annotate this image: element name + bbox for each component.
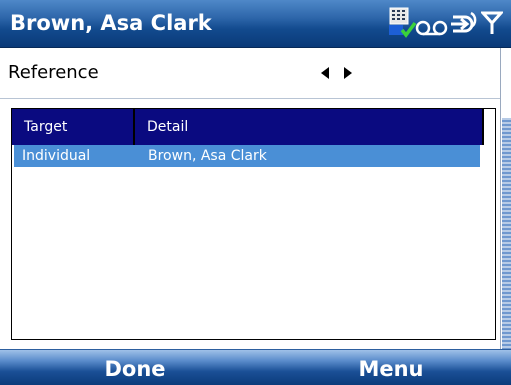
voicemail-icon	[415, 20, 448, 36]
menu-softkey[interactable]: Menu	[316, 350, 466, 385]
row-detail-cell: Brown, Asa Clark	[148, 148, 267, 164]
content-area: Target Detail Individual Brown, Asa Clar…	[0, 99, 500, 349]
vertical-scrollbar[interactable]	[500, 48, 511, 349]
list-header: Target Detail	[12, 109, 482, 145]
reference-row: Reference	[0, 48, 500, 99]
list-row[interactable]: Individual Brown, Asa Clark	[14, 145, 480, 167]
connectivity-icon	[451, 11, 477, 33]
antenna-signal-icon	[481, 11, 503, 34]
signal-grid-icon	[389, 7, 417, 38]
column-header-target[interactable]: Target	[12, 109, 135, 145]
header-corner	[482, 109, 495, 145]
reference-label: Reference	[8, 62, 99, 83]
softkey-bar: Done Menu	[0, 349, 511, 385]
arrow-left-icon[interactable]	[318, 65, 334, 81]
done-softkey[interactable]: Done	[60, 350, 210, 385]
app-screen: Brown, Asa Clark Reference Target Detail…	[0, 0, 511, 385]
status-icons	[389, 6, 505, 40]
row-target-cell: Individual	[22, 148, 91, 164]
column-header-detail[interactable]: Detail	[135, 109, 482, 145]
window-title: Brown, Asa Clark	[10, 11, 212, 35]
target-list[interactable]: Target Detail Individual Brown, Asa Clar…	[11, 108, 496, 340]
arrow-right-icon[interactable]	[339, 65, 355, 81]
scrollbar-thumb[interactable]	[502, 118, 511, 349]
title-bar: Brown, Asa Clark	[0, 0, 511, 48]
